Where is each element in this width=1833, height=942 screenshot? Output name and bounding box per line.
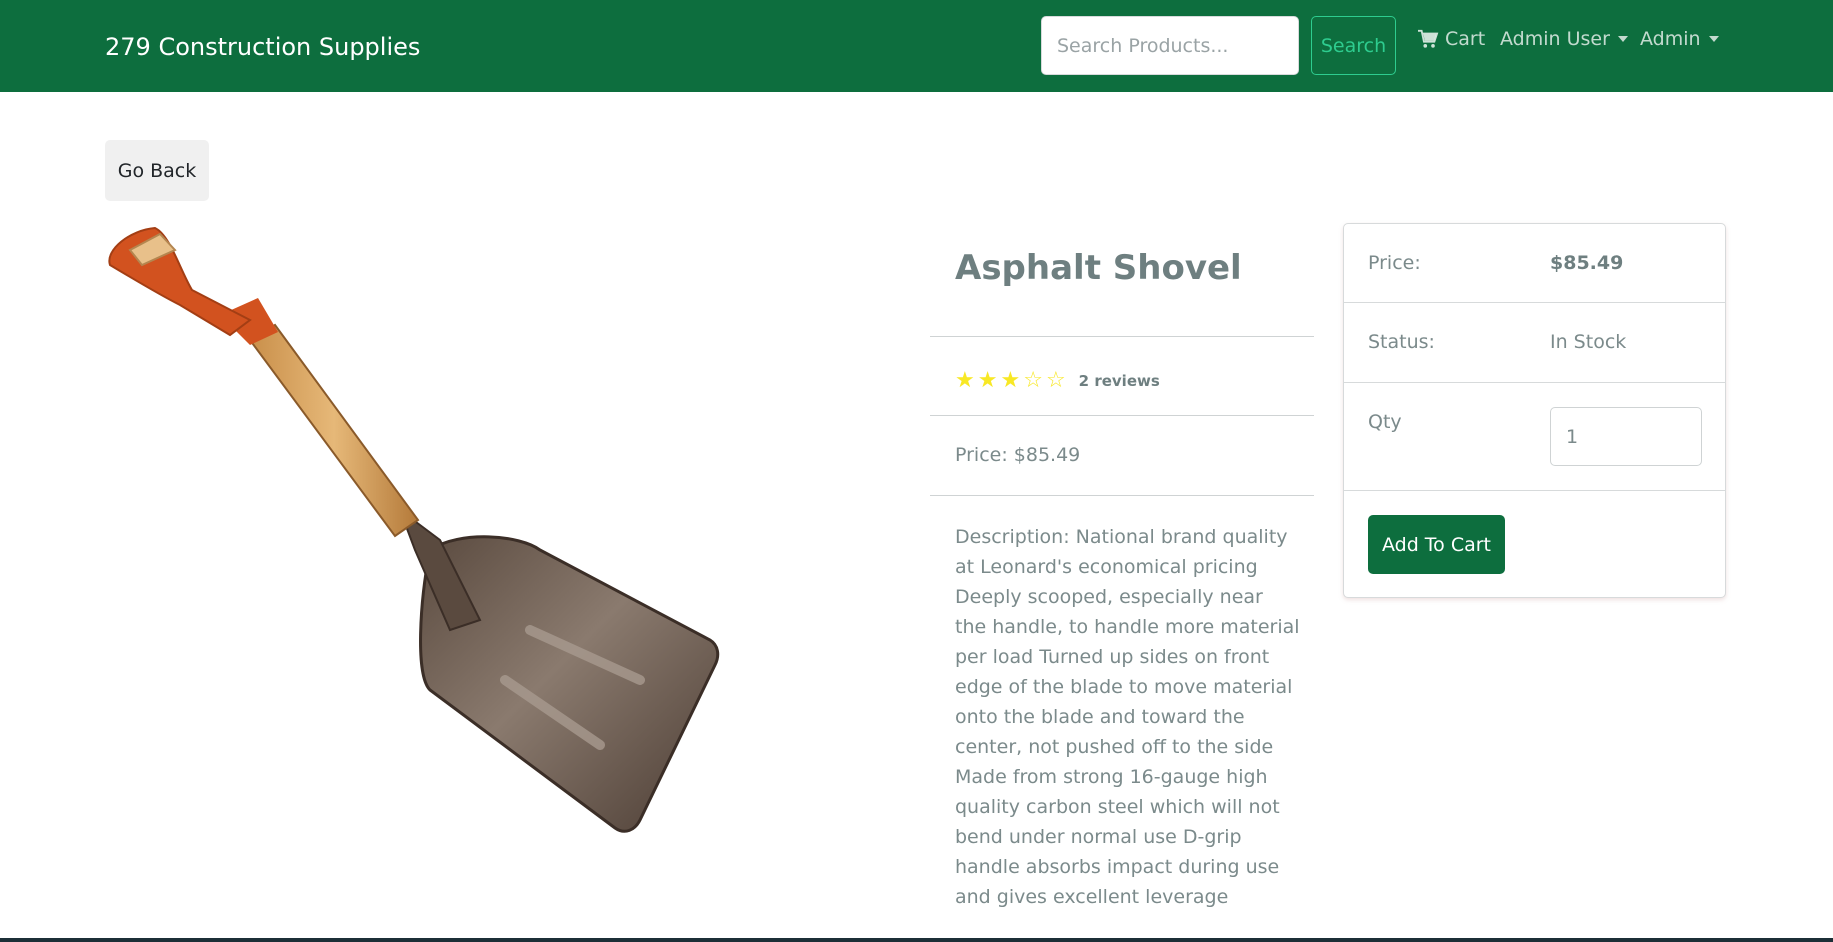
divider bbox=[930, 495, 1314, 496]
bottom-edge bbox=[0, 938, 1833, 942]
price-row: Price: $85.49 bbox=[1344, 224, 1725, 303]
status-value: In Stock bbox=[1550, 331, 1627, 353]
qty-label: Qty bbox=[1368, 411, 1402, 433]
navbar: 279 Construction Supplies Search Cart Ad… bbox=[0, 0, 1833, 92]
search-button[interactable]: Search bbox=[1311, 16, 1396, 75]
admin-label: Admin bbox=[1640, 28, 1701, 50]
admin-user-dropdown[interactable]: Admin User bbox=[1500, 28, 1628, 50]
divider bbox=[930, 415, 1314, 416]
product-image bbox=[108, 226, 720, 833]
cart-label: Cart bbox=[1445, 28, 1486, 50]
reviews-count: 2 reviews bbox=[1078, 372, 1160, 390]
qty-select[interactable] bbox=[1550, 407, 1702, 466]
admin-user-label: Admin User bbox=[1500, 28, 1610, 50]
go-back-button[interactable]: Go Back bbox=[105, 140, 209, 201]
price-label: Price: bbox=[1368, 252, 1421, 274]
add-to-cart-button[interactable]: Add To Cart bbox=[1368, 515, 1505, 574]
star-filled-icon: ★ bbox=[977, 368, 998, 393]
divider bbox=[930, 336, 1314, 337]
search-input[interactable] bbox=[1041, 16, 1299, 75]
product-description: Description: National brand quality at L… bbox=[955, 526, 1300, 908]
status-row: Status: In Stock bbox=[1344, 303, 1725, 383]
star-empty-icon: ☆ bbox=[1045, 368, 1066, 393]
cart-link[interactable]: Cart bbox=[1417, 28, 1485, 50]
product-price: Price: $85.49 bbox=[955, 444, 1081, 466]
product-title: Asphalt Shovel bbox=[955, 248, 1242, 288]
cart-icon bbox=[1418, 29, 1439, 48]
star-filled-icon: ★ bbox=[955, 368, 975, 393]
status-label: Status: bbox=[1368, 331, 1435, 353]
star-empty-icon: ☆ bbox=[1023, 368, 1043, 393]
caret-down-icon bbox=[1708, 36, 1719, 42]
star-filled-icon: ★ bbox=[1000, 368, 1021, 393]
admin-dropdown[interactable]: Admin bbox=[1640, 28, 1719, 50]
caret-down-icon bbox=[1617, 36, 1628, 42]
price-value: $85.49 bbox=[1550, 252, 1624, 274]
purchase-card: Price: $85.49 Status: In Stock Qty Add T… bbox=[1343, 223, 1726, 598]
brand-logo-text[interactable]: 279 Construction Supplies bbox=[105, 33, 420, 61]
rating: ★ ★ ★ ☆ ☆ 2 reviews bbox=[955, 370, 1160, 392]
